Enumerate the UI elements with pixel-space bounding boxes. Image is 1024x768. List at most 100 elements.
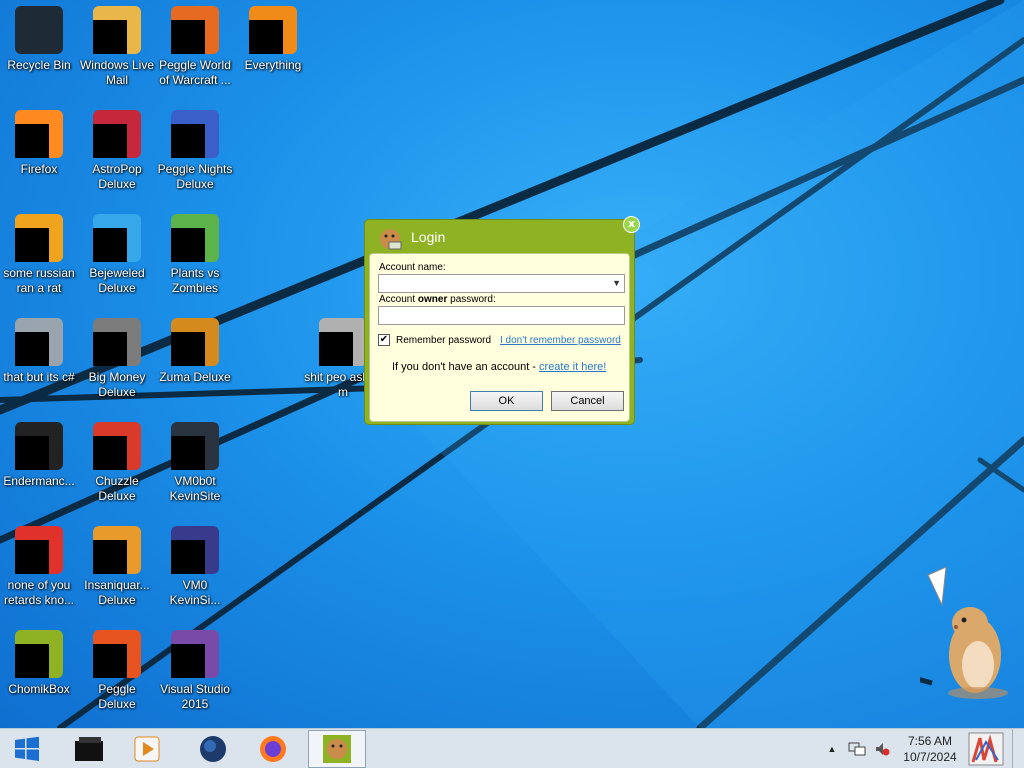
document-icon — [171, 526, 219, 574]
desktop-icon[interactable]: that but its c# — [0, 312, 78, 408]
redaction-box — [93, 20, 127, 54]
redaction-box — [319, 332, 353, 366]
desktop-icon[interactable]: none of you retards kno... — [0, 520, 78, 616]
console-icon — [75, 737, 103, 761]
desktop-icon[interactable]: ChomikBox — [0, 624, 78, 720]
desktop-icon-label: Zuma Deluxe — [159, 370, 231, 384]
globe-icon — [200, 736, 226, 762]
desktop-icon[interactable]: Everything — [234, 0, 312, 96]
desktop-icon-label: Chuzzle Deluxe — [95, 474, 139, 503]
show-hidden-icons-button[interactable]: ▲ — [824, 729, 840, 768]
media-player-icon — [134, 736, 160, 762]
account-name-label: Account name: — [379, 262, 446, 273]
firefox-icon — [15, 110, 63, 158]
mail-icon — [93, 6, 141, 54]
opera-icon — [15, 526, 63, 574]
gem-icon — [93, 214, 141, 262]
password-input[interactable] — [378, 306, 625, 325]
redaction-box — [93, 540, 127, 574]
desktop-icon[interactable]: some russian ran a rat — [0, 208, 78, 304]
desktop-icon-label: Recycle Bin — [7, 58, 71, 72]
account-name-combobox[interactable]: ▼ — [378, 274, 625, 293]
console-icon — [15, 422, 63, 470]
astropop-icon — [93, 110, 141, 158]
redaction-box — [171, 20, 205, 54]
network-icon[interactable] — [846, 729, 868, 768]
taskbar-app-globe[interactable] — [184, 730, 242, 768]
peggle-nights-icon — [171, 110, 219, 158]
redaction-box — [249, 20, 283, 54]
redaction-box — [93, 332, 127, 366]
terminal-icon — [171, 422, 219, 470]
app-icon — [15, 214, 63, 262]
folder-icon — [319, 318, 367, 366]
desktop-icon[interactable]: Peggle Nights Deluxe — [156, 104, 234, 200]
taskbar-app-chomikbox[interactable] — [308, 730, 366, 768]
firefox-icon — [260, 736, 286, 762]
desktop-icon-label: VM0 KevinSi... — [169, 578, 221, 607]
search-magnifier-icon — [249, 6, 297, 54]
desktop-icon[interactable]: Plants vs Zombies — [156, 208, 234, 304]
system-clock[interactable]: 7:56 AM 10/7/2024 — [895, 733, 965, 765]
window-stack-icon — [15, 318, 63, 366]
start-button[interactable] — [0, 730, 54, 768]
desktop-icon[interactable]: Peggle World of Warcraft ... — [156, 0, 234, 96]
show-desktop-button[interactable] — [1012, 729, 1024, 768]
desktop-icon[interactable]: AstroPop Deluxe — [78, 104, 156, 200]
create-account-link[interactable]: create it here! — [539, 361, 606, 373]
plant-icon — [171, 214, 219, 262]
desktop-icon[interactable]: Insaniquar... Deluxe — [78, 520, 156, 616]
money-icon — [93, 318, 141, 366]
desktop-icon[interactable]: Zuma Deluxe — [156, 312, 234, 408]
redaction-box — [15, 436, 49, 470]
desktop-icon[interactable]: VM0b0t KevinSite — [156, 416, 234, 512]
desktop-icon[interactable]: Firefox — [0, 104, 78, 200]
desktop-icon[interactable]: Peggle Deluxe — [78, 624, 156, 720]
windows-logo-icon — [15, 736, 39, 761]
desktop-icon-label: Peggle Nights Deluxe — [157, 162, 233, 191]
redaction-box — [171, 436, 205, 470]
desktop-icon[interactable]: Endermanc... — [0, 416, 78, 512]
close-button[interactable]: x — [623, 216, 640, 233]
desktop-icon[interactable]: Chuzzle Deluxe — [78, 416, 156, 512]
fish-icon — [93, 526, 141, 574]
chuzzle-icon — [93, 422, 141, 470]
chevron-down-icon[interactable]: ▼ — [612, 278, 621, 288]
icon-graphic — [15, 6, 63, 54]
ok-button[interactable]: OK — [470, 391, 543, 411]
chomikbox-icon — [380, 229, 402, 250]
cancel-button[interactable]: Cancel — [551, 391, 624, 411]
desktop-icon-label: Bejeweled Deluxe — [89, 266, 145, 295]
desktop-icon-label: Firefox — [20, 162, 58, 176]
login-dialog: Login x Account name: ▼ Account owner pa… — [364, 216, 640, 425]
desktop-icon-label: none of you retards kno... — [3, 578, 75, 607]
taskbar: ▲ 7:56 AM 10/7/2024 — [0, 728, 1024, 768]
taskbar-app-firefox[interactable] — [244, 730, 302, 768]
desktop-icon-label: Peggle World of Warcraft ... — [159, 58, 231, 87]
redaction-box — [171, 540, 205, 574]
user-avatar[interactable] — [966, 729, 1006, 768]
volume-muted-icon[interactable] — [872, 729, 892, 768]
taskbar-app-console[interactable] — [60, 730, 118, 768]
taskbar-app-media-player[interactable] — [118, 730, 176, 768]
hamster-icon — [15, 630, 63, 678]
remember-password-checkbox[interactable]: ✔ — [378, 334, 390, 346]
redaction-box — [15, 540, 49, 574]
desktop-icon-label: that but its c# — [3, 370, 75, 384]
desktop-icon[interactable]: Recycle Bin — [0, 0, 78, 96]
hamster-mascot-icon[interactable] — [920, 565, 1020, 705]
desktop-icon-label: Everything — [244, 58, 302, 72]
forgot-password-link[interactable]: I don't remember password — [500, 335, 621, 346]
desktop-icon[interactable]: Windows Live Mail — [78, 0, 156, 96]
desktop-icon-label: AstroPop Deluxe — [92, 162, 142, 191]
desktop-icon[interactable]: VM0 KevinSi... — [156, 520, 234, 616]
redaction-box — [93, 228, 127, 262]
password-label: Account owner password: — [379, 294, 496, 305]
hamster-icon — [323, 735, 351, 763]
peggle-icon — [171, 6, 219, 54]
desktop-icon[interactable]: Visual Studio 2015 — [156, 624, 234, 720]
desktop-icon-label: Plants vs Zombies — [170, 266, 220, 295]
desktop-icon-label: VM0b0t KevinSite — [169, 474, 221, 503]
desktop-icon[interactable]: Bejeweled Deluxe — [78, 208, 156, 304]
desktop-icon[interactable]: Big Money Deluxe — [78, 312, 156, 408]
